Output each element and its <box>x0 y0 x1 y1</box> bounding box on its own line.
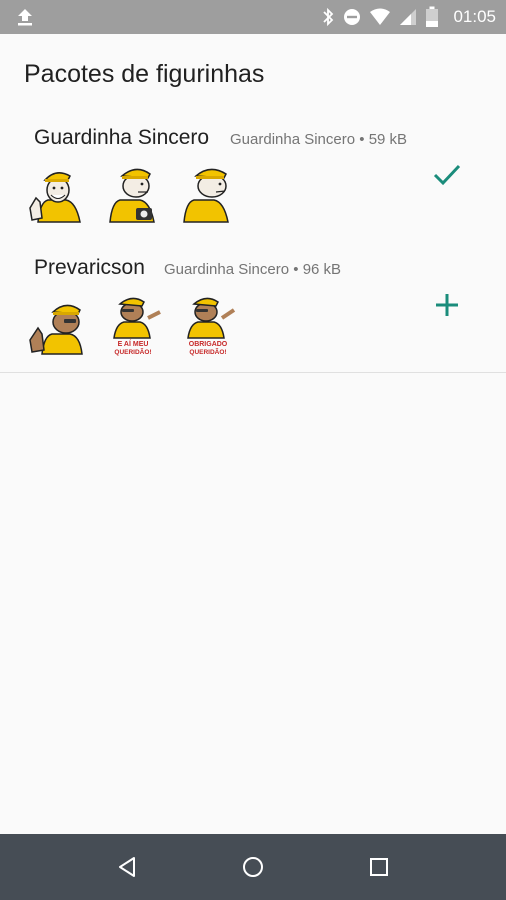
pack-meta: Guardinha Sincero • 59 kB <box>230 131 407 148</box>
sticker-thumbnail: E AÍ MEU QUERIDÃO! <box>113 297 161 356</box>
sticker-thumbnail <box>29 172 81 223</box>
wifi-icon <box>370 8 391 25</box>
check-icon[interactable] <box>432 160 462 190</box>
back-icon[interactable] <box>112 852 142 882</box>
sticker-pack-row[interactable]: Prevaricson Guardinha Sincero • 96 kB E … <box>0 242 506 373</box>
status-icons: 01:05 <box>321 0 496 34</box>
sticker-thumbnail <box>109 168 155 223</box>
pack-name: Guardinha Sincero <box>34 126 210 149</box>
battery-icon <box>426 6 439 27</box>
pack-size: 59 kB <box>368 131 408 148</box>
signal-icon <box>400 9 417 25</box>
sticker-previews: E AÍ MEU QUERIDÃO! OBRIGADO QUERIDÃO! <box>26 292 240 356</box>
sticker-pack-row[interactable]: Guardinha Sincero Guardinha Sincero • 59… <box>0 112 506 243</box>
meta-separator: • <box>359 131 365 148</box>
sticker-caption: QUERIDÃO! <box>114 347 151 356</box>
pack-size: 96 kB <box>302 261 342 278</box>
sticker-thumbnail <box>183 168 229 223</box>
do-not-disturb-icon <box>344 9 361 25</box>
pack-publisher: Guardinha Sincero <box>164 261 290 278</box>
upload-icon <box>18 9 32 26</box>
sticker-previews <box>26 162 240 226</box>
status-bar: 01:05 <box>0 0 506 34</box>
recents-icon[interactable] <box>364 852 394 882</box>
sticker-thumbnail <box>29 304 83 355</box>
page-title: Pacotes de figurinhas <box>24 60 265 88</box>
navigation-bar <box>0 834 506 900</box>
home-icon[interactable] <box>238 852 268 882</box>
pack-name: Prevaricson <box>34 256 145 279</box>
meta-separator: • <box>293 261 299 278</box>
sticker-thumbnail: OBRIGADO QUERIDÃO! <box>187 297 236 356</box>
sticker-caption: OBRIGADO <box>189 341 228 348</box>
add-icon[interactable] <box>432 290 462 320</box>
pack-publisher: Guardinha Sincero <box>230 131 356 148</box>
pack-meta: Guardinha Sincero • 96 kB <box>164 261 341 278</box>
bluetooth-icon <box>323 7 334 27</box>
sticker-caption: E AÍ MEU <box>118 339 149 348</box>
clock: 01:05 <box>453 7 496 26</box>
sticker-caption: QUERIDÃO! <box>189 347 226 356</box>
